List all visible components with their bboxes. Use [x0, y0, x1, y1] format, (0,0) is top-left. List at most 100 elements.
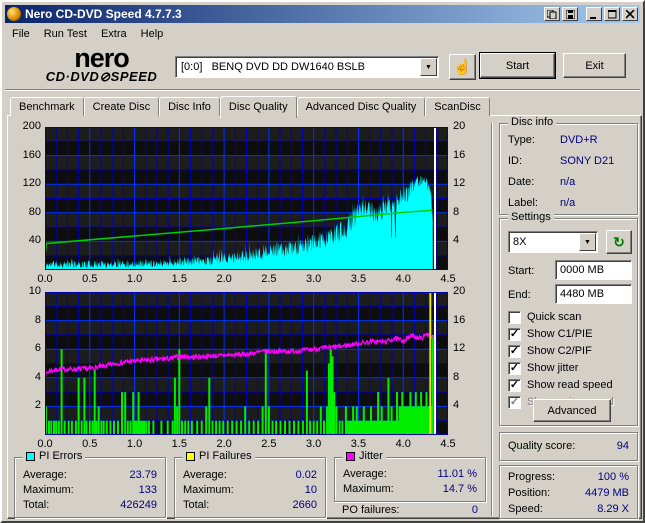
disc-info-panel: Disc info Type: DVD+R ID: SONY D21 Date: n/…	[499, 116, 638, 215]
checkbox-icon: ✓	[508, 361, 521, 375]
chevron-down-icon[interactable]: ▼	[420, 58, 437, 76]
right-axis-tick-label: 20	[453, 120, 466, 132]
title-bar: Nero CD-DVD Speed 4.7.7.3	[5, 5, 640, 23]
x-axis-tick-label: 3.0	[306, 438, 322, 450]
left-axis-tick-label: 200	[22, 120, 41, 132]
left-axis-tick-label: 10	[28, 285, 41, 297]
po-failures-row: PO failures: 0	[342, 504, 478, 518]
eject-hand-button[interactable]: ☝	[449, 54, 476, 80]
menu-run-test[interactable]: Run Test	[37, 26, 94, 42]
pi-errors-total-value: 426249	[120, 499, 157, 511]
speed-select[interactable]: 8X ▼	[508, 231, 598, 253]
disc-info-title: Disc info	[511, 116, 554, 128]
start-button-label: Start	[505, 59, 530, 72]
tab-scandisc[interactable]: ScanDisc	[425, 97, 490, 116]
tab-advanced-disc-quality[interactable]: Advanced Disc Quality	[296, 97, 426, 116]
pi-failures-total-value: 2660	[292, 499, 317, 511]
checkbox-icon: ✓	[508, 378, 521, 392]
left-axis-tick-label: 8	[34, 313, 41, 326]
left-axis-tick-label: 80	[28, 205, 41, 218]
tab-benchmark[interactable]: Benchmark	[10, 97, 84, 116]
progress-label: Progress:	[508, 471, 556, 483]
disc-label-value: n/a	[560, 197, 576, 209]
x-axis-tick-label: 1.0	[126, 273, 143, 285]
show-c1-pie-checkbox[interactable]: ✓ Show C1/PIE	[508, 327, 592, 341]
advanced-button-label: Advanced	[547, 404, 597, 417]
end-field-label: End:	[508, 289, 531, 301]
start-field-label: Start:	[508, 265, 535, 277]
disc-label-label: Label:	[508, 197, 538, 209]
quick-scan-checkbox[interactable]: Quick scan	[508, 310, 581, 324]
left-axis-tick-label: 160	[22, 148, 41, 161]
cd-dvd-speed-wordmark: CD·DVD⊘SPEED	[45, 69, 158, 84]
menu-bar: File Run Test Extra Help	[5, 24, 640, 43]
pi-errors-average-value: 23.79	[129, 469, 157, 481]
pi-failures-maximum-label: Maximum:	[183, 484, 234, 496]
x-axis-tick-label: 1.0	[126, 438, 143, 450]
pi-errors-maximum-value: 133	[138, 484, 157, 496]
show-read-speed-checkbox[interactable]: ✓ Show read speed	[508, 378, 613, 392]
pi-errors-panel: PI Errors Average: 23.79 Maximum: 133 Tota…	[14, 450, 166, 518]
right-axis-tick-label: 8	[453, 370, 460, 383]
x-axis-tick-label: 3.0	[306, 273, 322, 285]
left-axis-tick-label: 120	[22, 177, 41, 190]
refresh-button[interactable]: ↻	[606, 230, 632, 254]
vertical-separator	[491, 123, 493, 516]
app-window: Nero CD-DVD Speed 4.7.7.3 File Run Test …	[0, 0, 645, 523]
minimize-button[interactable]	[586, 7, 602, 21]
advanced-button[interactable]: Advanced	[533, 399, 611, 422]
x-axis-tick-label: 2.0	[216, 273, 232, 285]
x-axis-tick-label: 0.5	[82, 273, 98, 285]
toolbar-separator	[5, 89, 640, 91]
right-axis-tick-label: 4	[453, 399, 460, 412]
nero-logo: nero CD·DVD⊘SPEED	[24, 43, 179, 84]
chart-plot-area	[45, 292, 448, 435]
end-field[interactable]: 4480 MB	[555, 284, 632, 304]
pi-failures-total-label: Total:	[183, 499, 210, 511]
pi-errors-chart: 200 160 120 80 40 20 16 12 8 4 0.0 0.5 1.0 1.5 2.0 2.5 3…	[12, 120, 482, 285]
chevron-down-icon[interactable]: ▼	[579, 233, 596, 251]
start-button[interactable]: Start	[479, 52, 556, 79]
x-axis-tick-label: 0.0	[37, 273, 53, 285]
position-label: Position:	[508, 487, 551, 499]
maximize-button[interactable]	[604, 7, 620, 21]
refresh-icon: ↻	[613, 233, 625, 250]
drive-select-value: [0:0] BENQ DVD DD DW1640 BSLB	[181, 61, 366, 73]
save-button[interactable]	[562, 7, 578, 21]
disc-type-label: Type:	[508, 134, 535, 146]
tab-disc-info[interactable]: Disc Info	[159, 97, 220, 116]
copy-to-clipboard-button[interactable]	[544, 7, 560, 21]
right-axis-tick-label: 16	[453, 148, 466, 161]
pi-errors-maximum-label: Maximum:	[23, 484, 74, 496]
right-axis-tick-label: 12	[453, 342, 466, 355]
show-c2-pif-checkbox[interactable]: ✓ Show C2/PIF	[508, 344, 592, 358]
jitter-title: Jitter	[359, 450, 383, 462]
quality-score-value: 94	[616, 440, 629, 452]
quality-score-label: Quality score:	[508, 440, 576, 452]
checkbox-icon: ✓	[508, 344, 521, 358]
app-icon	[7, 7, 21, 21]
tab-create-disc[interactable]: Create Disc	[83, 97, 160, 116]
left-axis-tick-label: 2	[34, 399, 41, 412]
tab-disc-quality[interactable]: Disc Quality	[219, 96, 297, 118]
menu-extra[interactable]: Extra	[94, 26, 134, 42]
start-field[interactable]: 0000 MB	[555, 260, 632, 280]
menu-help[interactable]: Help	[134, 26, 171, 42]
drive-select[interactable]: [0:0] BENQ DVD DD DW1640 BSLB ▼	[175, 56, 439, 78]
exit-button[interactable]: Exit	[563, 53, 626, 78]
speed-value: 8.29 X	[597, 503, 629, 515]
pi-failures-title: PI Failures	[199, 450, 252, 462]
checkbox-icon: ✓	[508, 327, 521, 341]
speed-label: Speed:	[508, 503, 543, 515]
right-axis-tick-label: 16	[453, 313, 466, 326]
checkbox-icon: ✓	[508, 395, 521, 409]
show-jitter-checkbox[interactable]: ✓ Show jitter	[508, 361, 578, 375]
nero-logo-wordmark: nero	[74, 43, 130, 73]
menu-file[interactable]: File	[5, 26, 37, 42]
x-axis-tick-label: 2.5	[261, 438, 277, 450]
jitter-average-value: 11.01 %	[437, 468, 477, 480]
po-failures-value: 0	[471, 504, 478, 516]
close-button[interactable]	[622, 7, 638, 21]
right-axis-tick-label: 20	[453, 285, 466, 297]
x-axis-tick-label: 2.0	[216, 438, 232, 450]
